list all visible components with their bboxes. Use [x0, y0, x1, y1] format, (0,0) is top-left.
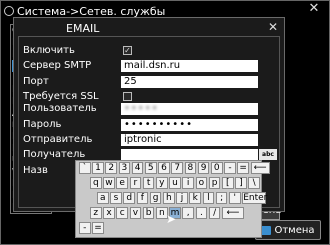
settings-icon — [4, 6, 14, 16]
key-0-10[interactable]: 0 — [211, 162, 223, 174]
close-icon[interactable]: ✕ — [307, 2, 321, 16]
key-1-2[interactable]: e — [116, 177, 128, 189]
key-2-2[interactable]: d — [123, 192, 135, 204]
user-label: Пользователь — [23, 103, 97, 114]
subject-label: Назв — [23, 165, 48, 176]
key-3-3[interactable]: v — [129, 207, 142, 219]
key-1-0[interactable]: q — [90, 177, 102, 189]
smtp-label: Сервер SMTP — [23, 60, 92, 71]
key-1-3[interactable]: r — [129, 177, 142, 189]
ssl-checkbox[interactable] — [123, 92, 132, 101]
key-3-4[interactable]: b — [142, 207, 155, 219]
key-0-1[interactable]: 1 — [92, 162, 104, 174]
key-2-5[interactable]: h — [163, 192, 175, 204]
key-0-2[interactable]: 2 — [105, 162, 117, 174]
key-3-1[interactable]: x — [103, 207, 115, 219]
key-2-9[interactable]: ; — [215, 192, 228, 204]
smtp-input[interactable]: mail.dsn.ru — [121, 60, 258, 72]
key-1-12[interactable]: \ — [248, 177, 260, 189]
key-1-7[interactable]: i — [182, 177, 194, 189]
cancel-icon — [261, 225, 272, 235]
key-3-7[interactable]: , — [182, 207, 194, 219]
password-label: Пароль — [23, 119, 62, 130]
key-1-6[interactable]: u — [169, 177, 181, 189]
ssl-label: Требуется SSL — [23, 91, 99, 102]
key-0-3[interactable]: 3 — [118, 162, 131, 174]
key-1-1[interactable]: w — [103, 177, 115, 189]
key-2-1[interactable]: s — [110, 192, 122, 204]
key-0-7[interactable]: 7 — [171, 162, 183, 174]
key-4-0[interactable]: - — [79, 222, 91, 234]
key-1-8[interactable]: o — [195, 177, 208, 189]
enable-checkbox[interactable]: ✓ — [123, 46, 132, 55]
key-2-0[interactable]: a — [97, 192, 109, 204]
key-1-5[interactable]: y — [156, 177, 168, 189]
key-0-12[interactable]: = — [237, 162, 249, 174]
key-0-9[interactable]: 9 — [197, 162, 210, 174]
key-2-8[interactable]: l — [202, 192, 215, 204]
key-1-11[interactable]: ] — [235, 177, 247, 189]
key-1-9[interactable]: p — [208, 177, 221, 189]
key-3-0[interactable]: z — [90, 207, 102, 219]
key-1-4[interactable]: t — [142, 177, 155, 189]
user-input[interactable]: ••••• — [121, 103, 258, 115]
key-3-10[interactable]: ⟵ — [222, 207, 244, 219]
key-2-7[interactable]: k — [189, 192, 201, 204]
key-1-10[interactable]: [ — [222, 177, 234, 189]
key-4-1[interactable]: = — [92, 222, 104, 234]
input-mode-badge[interactable]: abc — [259, 149, 277, 160]
key-2-6[interactable]: j — [176, 192, 188, 204]
key-0-0[interactable]: ` — [79, 162, 91, 174]
mouse-cursor-icon: ➤ — [166, 212, 177, 226]
dialog-title: EMAIL — [66, 22, 100, 35]
port-label: Порт — [23, 76, 49, 87]
cancel-button[interactable]: Отмена — [255, 220, 321, 240]
key-2-10[interactable]: ' — [229, 192, 241, 204]
key-2-3[interactable]: f — [136, 192, 149, 204]
key-2-4[interactable]: g — [149, 192, 162, 204]
password-input[interactable]: •••••••••• — [121, 119, 258, 131]
key-0-4[interactable]: 4 — [131, 162, 144, 174]
dialog-close-icon[interactable]: ✕ — [266, 20, 280, 34]
key-3-8[interactable]: . — [195, 207, 208, 219]
key-0-5[interactable]: 5 — [145, 162, 157, 174]
virtual-keyboard: ` 1 2 3 4 5 6 7 8 9 0- = ⟵ q w e r t y u i o p[] \ a s d f g h j k l; ' En… — [75, 160, 270, 238]
key-3-9[interactable]: / — [208, 207, 221, 219]
key-2-11[interactable]: Enter — [242, 192, 267, 204]
key-0-6[interactable]: 6 — [158, 162, 170, 174]
sender-label: Отправитель — [23, 134, 93, 145]
sender-input[interactable]: iptronic — [121, 134, 258, 146]
key-0-13[interactable]: ⟵ — [250, 162, 270, 174]
enable-label: Включить — [23, 45, 75, 56]
key-3-2[interactable]: c — [116, 207, 128, 219]
key-0-11[interactable]: - — [224, 162, 236, 174]
port-input[interactable]: 25 — [121, 76, 258, 88]
key-0-8[interactable]: 8 — [184, 162, 197, 174]
